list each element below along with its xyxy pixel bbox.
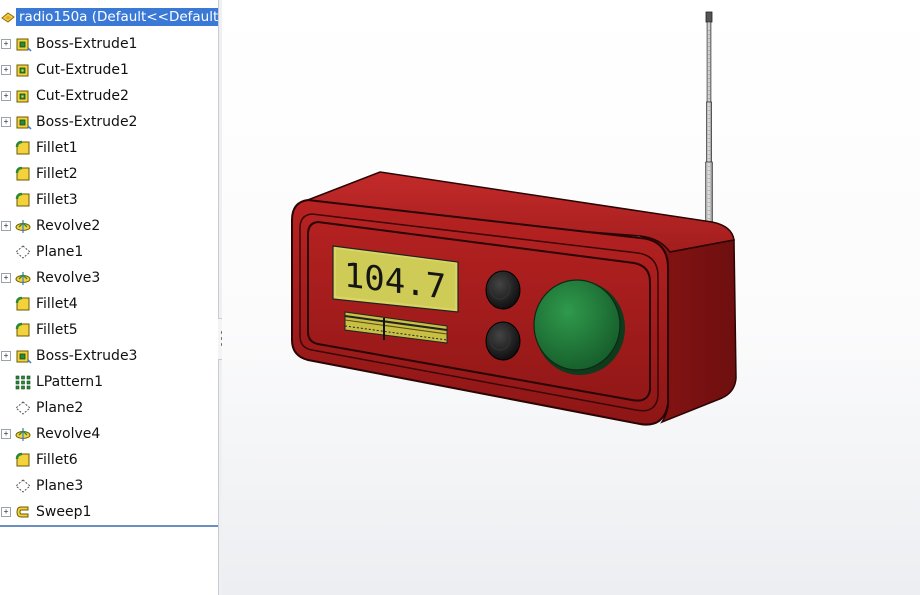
boss-extrude-icon: [14, 113, 32, 131]
fillet-icon: [14, 451, 32, 469]
tree-item-label: Fillet3: [36, 192, 78, 208]
tree-item-boss-extrude3[interactable]: + Boss-Extrude3: [0, 345, 216, 367]
tree-item-revolve4[interactable]: + Revolve4: [0, 423, 216, 445]
tree-item-cut-extrude1[interactable]: + Cut-Extrude1: [0, 59, 216, 81]
revolve-icon: [14, 425, 32, 443]
antenna[interactable]: [705, 11, 713, 223]
fillet-icon: [14, 165, 32, 183]
fillet-icon: [14, 321, 32, 339]
tree-item-plane3[interactable]: Plane3: [0, 475, 216, 497]
expand-toggle[interactable]: +: [1, 117, 11, 127]
tree-item-sweep1[interactable]: + Sweep1: [0, 501, 216, 523]
tree-item-fillet3[interactable]: Fillet3: [0, 189, 216, 211]
tree-item-boss-extrude1[interactable]: + Boss-Extrude1: [0, 33, 216, 55]
expand-toggle[interactable]: +: [1, 507, 11, 517]
lower-button[interactable]: [485, 321, 521, 361]
sweep-icon: [14, 503, 32, 521]
upper-button[interactable]: [485, 270, 521, 310]
tree-rollback-bar[interactable]: [0, 525, 218, 527]
tree-item-fillet4[interactable]: Fillet4: [0, 293, 216, 315]
expand-toggle[interactable]: +: [1, 221, 11, 231]
fillet-icon: [14, 139, 32, 157]
tree-item-label: Fillet6: [36, 452, 78, 468]
expand-toggle[interactable]: +: [1, 273, 11, 283]
tree-root-label: radio150a (Default<<Default: [16, 8, 218, 26]
tree-item-label: Revolve2: [36, 218, 101, 234]
tree-item-label: Plane3: [36, 478, 84, 494]
linear-pattern-icon: [14, 373, 32, 391]
tree-item-fillet5[interactable]: Fillet5: [0, 319, 216, 341]
fillet-icon: [14, 191, 32, 209]
plane-icon: [14, 399, 32, 417]
feature-tree-panel: radio150a (Default<<Default + Boss-Extrud…: [0, 0, 219, 595]
tree-item-label: Boss-Extrude1: [36, 36, 138, 52]
graphics-viewport[interactable]: 104.7: [222, 0, 920, 595]
tree-item-label: Cut-Extrude1: [36, 62, 129, 78]
tree-item-fillet2[interactable]: Fillet2: [0, 163, 216, 185]
tree-item-label: Fillet2: [36, 166, 78, 182]
tree-root-part[interactable]: radio150a (Default<<Default: [0, 7, 218, 27]
tree-item-revolve2[interactable]: + Revolve2: [0, 215, 216, 237]
tree-item-label: Cut-Extrude2: [36, 88, 129, 104]
expand-toggle[interactable]: +: [1, 429, 11, 439]
tree-item-boss-extrude2[interactable]: + Boss-Extrude2: [0, 111, 216, 133]
tree-item-fillet6[interactable]: Fillet6: [0, 449, 216, 471]
expand-toggle[interactable]: +: [1, 91, 11, 101]
boss-extrude-icon: [14, 35, 32, 53]
expand-toggle[interactable]: +: [1, 351, 11, 361]
tree-item-label: Plane1: [36, 244, 84, 260]
tree-item-fillet1[interactable]: Fillet1: [0, 137, 216, 159]
tree-item-label: Sweep1: [36, 504, 92, 520]
expand-toggle[interactable]: +: [1, 65, 11, 75]
radio-3d-model[interactable]: 104.7: [222, 0, 920, 595]
tree-item-label: Plane2: [36, 400, 84, 416]
tree-item-label: Fillet1: [36, 140, 78, 156]
plane-icon: [14, 243, 32, 261]
plane-icon: [14, 477, 32, 495]
tree-item-label: Revolve3: [36, 270, 101, 286]
tree-item-label: Fillet4: [36, 296, 78, 312]
tree-item-label: Revolve4: [36, 426, 101, 442]
fillet-icon: [14, 295, 32, 313]
tree-item-lpattern1[interactable]: LPattern1: [0, 371, 216, 393]
tree-item-label: Boss-Extrude2: [36, 114, 138, 130]
revolve-icon: [14, 269, 32, 287]
boss-extrude-icon: [14, 347, 32, 365]
part-icon: [1, 12, 15, 23]
cut-extrude-icon: [14, 87, 32, 105]
tree-item-cut-extrude2[interactable]: + Cut-Extrude2: [0, 85, 216, 107]
tree-item-revolve3[interactable]: + Revolve3: [0, 267, 216, 289]
tree-item-label: Boss-Extrude3: [36, 348, 138, 364]
tree-item-plane2[interactable]: Plane2: [0, 397, 216, 419]
revolve-icon: [14, 217, 32, 235]
cut-extrude-icon: [14, 61, 32, 79]
expand-toggle[interactable]: +: [1, 39, 11, 49]
tree-item-plane1[interactable]: Plane1: [0, 241, 216, 263]
tree-item-label: LPattern1: [36, 374, 104, 390]
tree-item-label: Fillet5: [36, 322, 78, 338]
